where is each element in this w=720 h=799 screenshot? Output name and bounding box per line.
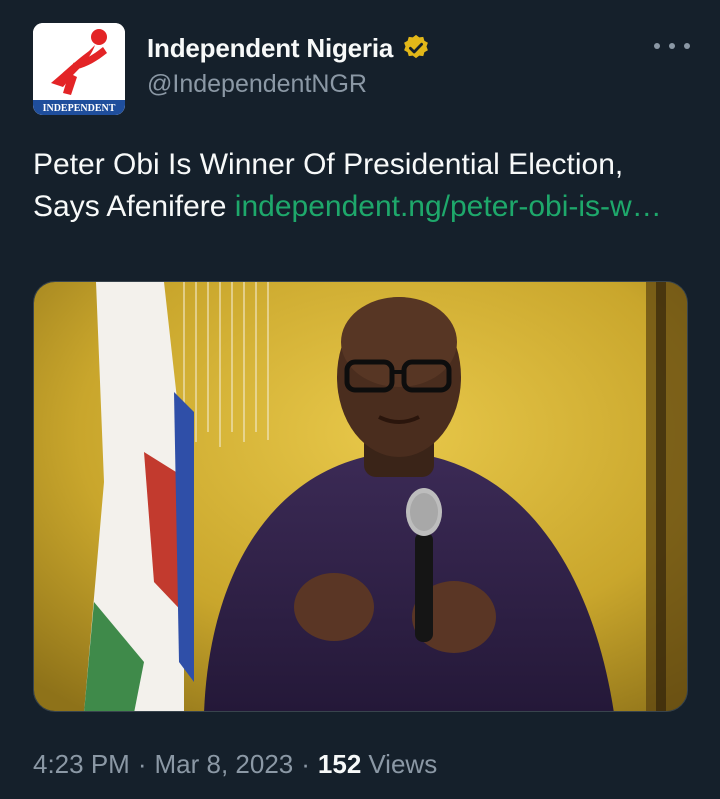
- account-name-row[interactable]: Independent Nigeria: [147, 30, 431, 66]
- avatar-logo-text: INDEPENDENT: [43, 103, 116, 114]
- account-avatar[interactable]: INDEPENDENT: [33, 23, 125, 115]
- tweet-text: Peter Obi Is Winner Of Presidential Elec…: [33, 144, 693, 228]
- display-name[interactable]: Independent Nigeria: [147, 33, 393, 64]
- views-label[interactable]: Views: [368, 749, 437, 780]
- meta-separator: ·: [137, 748, 147, 779]
- views-count[interactable]: 152: [318, 749, 361, 780]
- photo-speaker-with-microphone: [34, 282, 687, 711]
- tweet-card: INDEPENDENT Independent Nigeria @Indepen…: [0, 0, 720, 799]
- tweet-date[interactable]: Mar 8, 2023: [155, 749, 294, 780]
- tweet-time[interactable]: 4:23 PM: [33, 749, 130, 780]
- verified-badge-icon: [404, 34, 428, 59]
- tweet-meta: 4:23 PM · Mar 8, 2023 · 152 Views: [33, 744, 437, 784]
- account-handle[interactable]: @IndependentNGR: [147, 70, 367, 99]
- independent-logo-icon: INDEPENDENT: [33, 23, 125, 115]
- tweet-media-image[interactable]: [33, 281, 688, 712]
- tweet-link[interactable]: independent.ng/peter-obi-is-w…: [235, 190, 662, 223]
- more-options-icon[interactable]: [654, 36, 690, 56]
- meta-separator: ·: [301, 748, 310, 779]
